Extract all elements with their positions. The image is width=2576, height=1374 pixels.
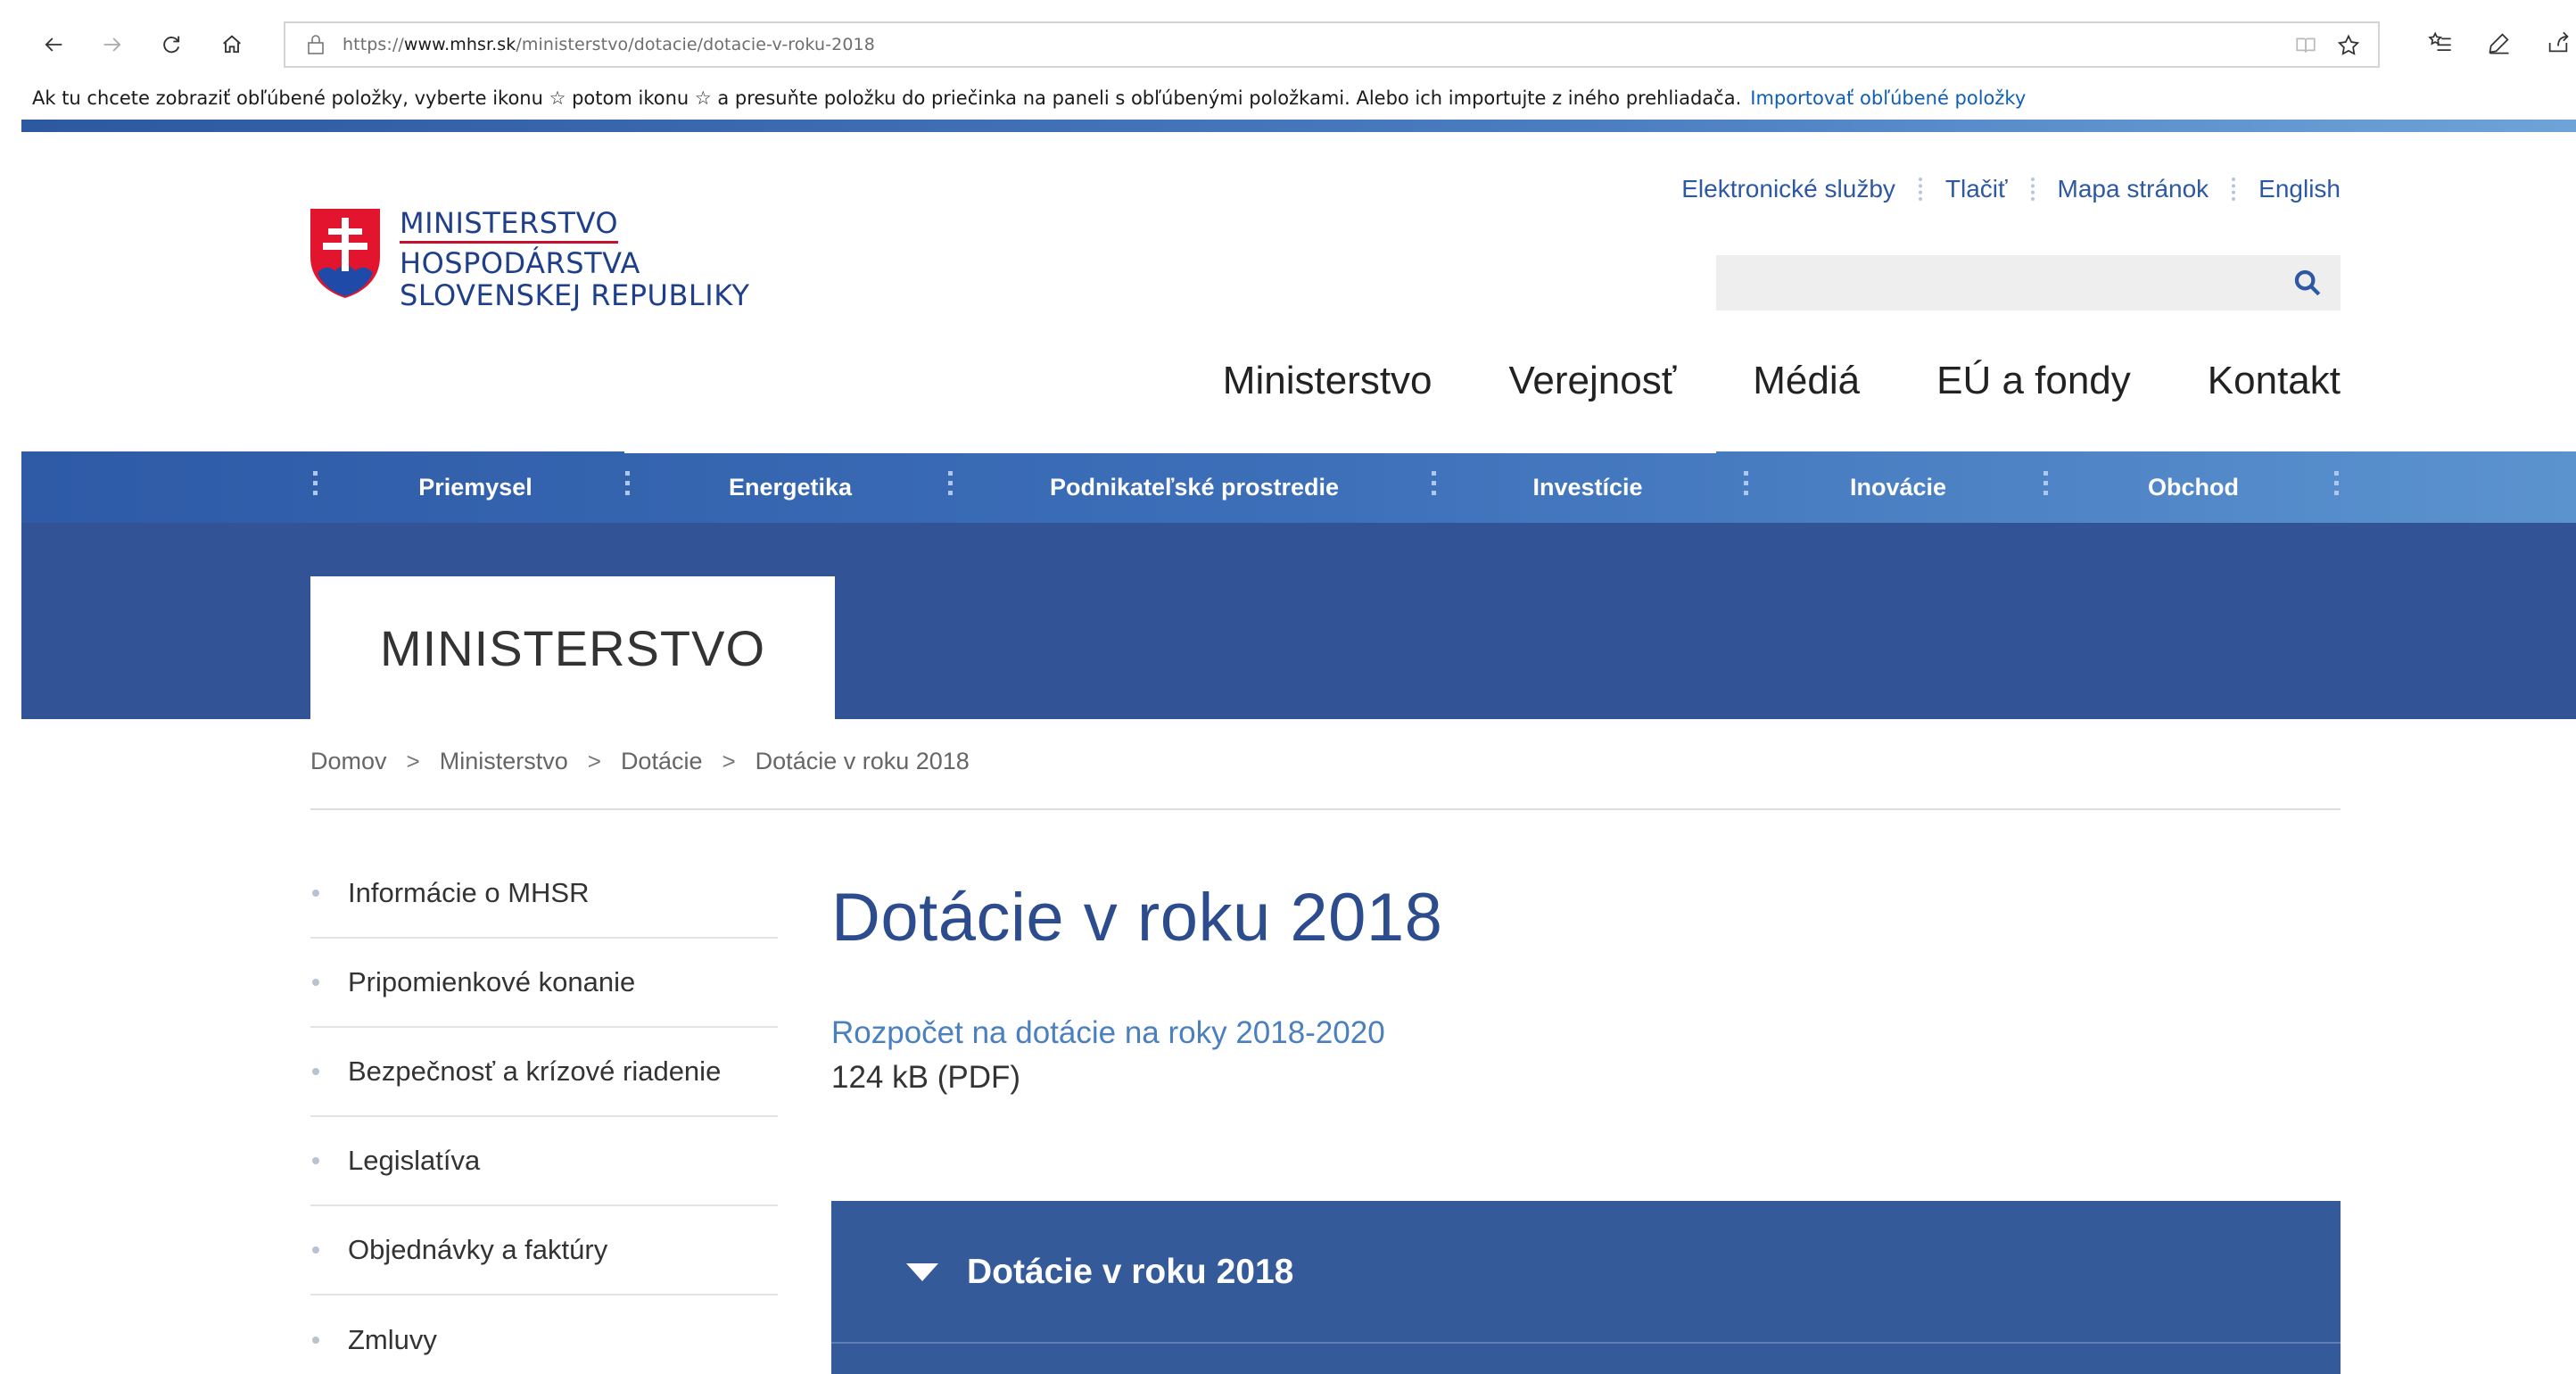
refresh-button[interactable] (153, 27, 189, 62)
main-navigation: Ministerstvo Verejnosť Médiá EÚ a fondy … (1223, 359, 2341, 403)
side-menu: Informácie o MHSR Pripomienkové konanie … (310, 849, 778, 1374)
breadcrumb-dotacie[interactable]: Dotácie (621, 748, 703, 775)
separator-dots (2232, 178, 2236, 201)
share-icon (2548, 31, 2569, 53)
bullet-icon (312, 890, 319, 897)
category-energetika[interactable]: Energetika (633, 451, 947, 523)
browser-chrome: https://www.mhsr.sk/ministerstvo/dotacie… (0, 0, 2576, 120)
side-menu-item[interactable]: Pripomienkové konanie (310, 939, 778, 1028)
category-inovacie[interactable]: Inovácie (1752, 451, 2044, 523)
book-icon (2296, 37, 2316, 53)
separator-dots (947, 471, 953, 503)
favorites-list-icon (2428, 31, 2451, 52)
print-link[interactable]: Tlačiť (1945, 175, 2008, 203)
accordion-divider (831, 1342, 2341, 1344)
favorites-hub-button[interactable] (2423, 25, 2458, 61)
separator-dots (624, 471, 630, 503)
refresh-icon (163, 36, 180, 54)
separator-dots (2043, 471, 2048, 503)
web-note-button[interactable] (2481, 25, 2517, 61)
triangle-down-icon (906, 1263, 938, 1281)
utility-links: Elektronické služby Tlačiť Mapa stránok … (1681, 175, 2341, 203)
document-size: 124 kB (PDF) (831, 1060, 1020, 1095)
category-investicie[interactable]: Investície (1440, 451, 1736, 523)
arrow-left-icon (45, 37, 62, 52)
accordion-header[interactable]: Dotácie v roku 2018 (831, 1201, 2341, 1344)
breadcrumb-divider (310, 808, 2341, 810)
nav-verejnost[interactable]: Verejnosť (1509, 359, 1677, 403)
category-priemysel[interactable]: Priemysel (321, 451, 630, 523)
side-menu-item[interactable]: Objednávky a faktúry (310, 1206, 778, 1295)
bullet-icon (312, 1246, 319, 1254)
accordion-title: Dotácie v roku 2018 (967, 1253, 1294, 1291)
bullet-icon (312, 1337, 319, 1344)
breadcrumb-separator: > (406, 748, 420, 774)
e-services-link[interactable]: Elektronické služby (1681, 175, 1895, 203)
ministry-name: MINISTERSTVO HOSPODÁRSTVA SLOVENSKEJ REP… (400, 206, 750, 312)
separator-dots (1918, 178, 1922, 201)
coat-of-arms-icon (310, 209, 380, 298)
add-favorite-button[interactable] (2335, 32, 2362, 59)
home-icon (223, 35, 241, 54)
nav-media[interactable]: Médiá (1753, 359, 1860, 403)
nav-kontakt[interactable]: Kontakt (2208, 359, 2341, 403)
star-icon (2337, 34, 2360, 55)
breadcrumb-home[interactable]: Domov (310, 748, 387, 775)
page-title: Dotácie v roku 2018 (831, 880, 1443, 956)
back-button[interactable] (36, 27, 71, 62)
site-logo[interactable]: MINISTERSTVO HOSPODÁRSTVA SLOVENSKEJ REP… (309, 207, 750, 311)
english-link[interactable]: English (2258, 175, 2341, 203)
budget-document-link[interactable]: Rozpočet na dotácie na roky 2018-2020 (831, 1015, 1385, 1051)
breadcrumb-current: Dotácie v roku 2018 (755, 748, 970, 774)
breadcrumb-separator: > (587, 748, 601, 774)
accordion: Dotácie v roku 2018 (831, 1201, 2341, 1374)
breadcrumb-ministerstvo[interactable]: Ministerstvo (440, 748, 568, 775)
lock-icon (308, 35, 324, 54)
bullet-icon (312, 1157, 319, 1164)
side-menu-item[interactable]: Zmluvy (310, 1295, 778, 1374)
address-bar[interactable]: https://www.mhsr.sk/ministerstvo/dotacie… (284, 21, 2380, 68)
separator-dots (2333, 471, 2339, 503)
separator-dots (1431, 471, 1436, 503)
side-menu-item[interactable]: Legislatíva (310, 1117, 778, 1206)
breadcrumb-separator: > (722, 748, 736, 774)
breadcrumb: Domov > Ministerstvo > Dotácie > Dotácie… (310, 748, 970, 775)
share-button[interactable] (2540, 25, 2576, 61)
bullet-icon (312, 979, 319, 986)
site-top-stripe (21, 120, 2576, 132)
side-menu-item[interactable]: Informácie o MHSR (310, 849, 778, 939)
home-button[interactable] (214, 27, 250, 62)
site-search-input[interactable] (1716, 255, 2341, 310)
side-menu-item[interactable]: Bezpečnosť a krízové riadenie (310, 1028, 778, 1117)
pen-icon (2489, 33, 2509, 54)
nav-eu-a-fondy[interactable]: EÚ a fondy (1936, 359, 2131, 403)
separator-dots (312, 471, 318, 503)
category-bar: Priemysel Energetika Podnikateľské prost… (21, 450, 2576, 523)
bullet-icon (312, 1068, 319, 1075)
search-icon[interactable] (2292, 268, 2323, 298)
separator-dots (1743, 471, 1748, 503)
separator-dots (2030, 178, 2035, 201)
reading-view-button[interactable] (2292, 32, 2319, 59)
nav-ministerstvo[interactable]: Ministerstvo (1223, 359, 1432, 403)
arrow-right-icon (103, 37, 121, 52)
forward-button[interactable] (95, 27, 130, 62)
favorites-bar-message: Ak tu chcete zobraziť obľúbené položky, … (32, 87, 1742, 109)
import-favorites-link[interactable]: Importovať obľúbené položky (1750, 87, 2026, 109)
url-text: https://www.mhsr.sk/ministerstvo/dotacie… (343, 35, 875, 54)
category-obchod[interactable]: Obchod (2052, 451, 2335, 523)
favorites-bar: Ak tu chcete zobraziť obľúbené položky, … (0, 80, 2576, 116)
category-podnikatelske-prostredie[interactable]: Podnikateľské prostredie (956, 451, 1432, 523)
section-title: MINISTERSTVO (310, 576, 835, 719)
sitemap-link[interactable]: Mapa stránok (2058, 175, 2209, 203)
